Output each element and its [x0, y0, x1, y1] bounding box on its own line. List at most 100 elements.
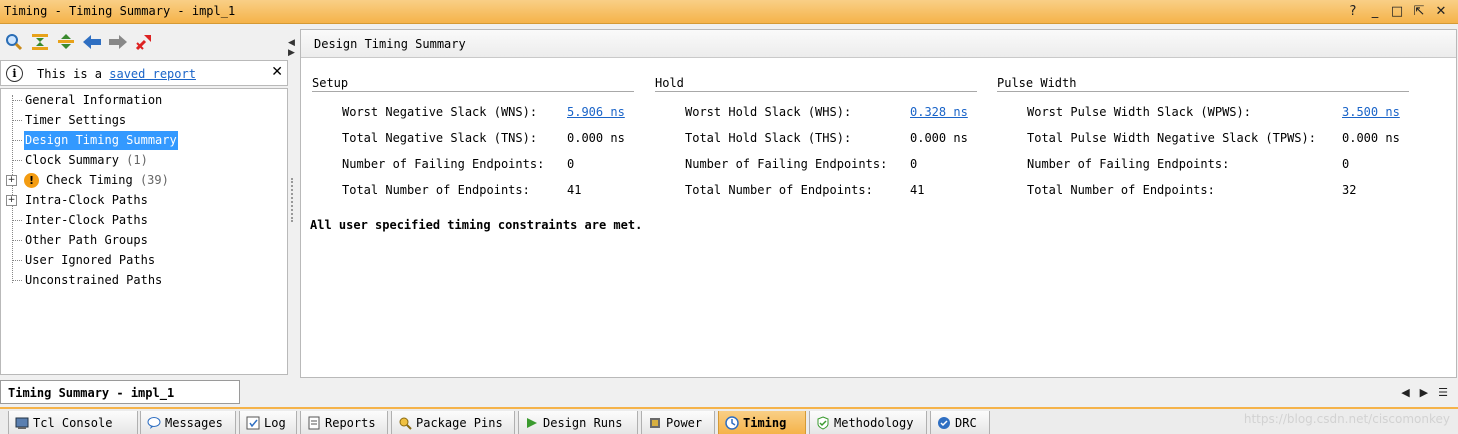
hold-failing-row: Number of Failing Endpoints: 0 [685, 156, 985, 172]
design-timing-summary-panel: Design Timing Summary Setup Worst Negati… [300, 29, 1457, 378]
help-button[interactable]: ? [1344, 2, 1362, 20]
panel-title: Design Timing Summary [314, 37, 466, 51]
tab-log[interactable]: Log [239, 411, 297, 434]
tree-item-label: General Information [25, 93, 163, 107]
tab-messages[interactable]: Messages [140, 411, 236, 434]
maximize-button[interactable]: □ [1388, 2, 1406, 20]
report-navigator: i This is a saved report ✕ General Infor… [0, 28, 288, 377]
hold-total-value: 41 [910, 183, 925, 197]
tab-reports[interactable]: Reports [300, 411, 388, 434]
pulse-width-title: Pulse Width [997, 76, 1409, 92]
collapse-all-icon[interactable] [30, 32, 50, 52]
setup-total-label: Total Number of Endpoints: [342, 183, 530, 197]
tree-item-label: Clock Summary [25, 153, 119, 167]
report-tab-timing-summary[interactable]: Timing Summary - impl_1 [0, 380, 240, 404]
hold-whs-row: Worst Hold Slack (WHS): 0.328 ns [685, 104, 985, 120]
report-tab-label: Timing Summary - impl_1 [8, 386, 175, 400]
pulse-total-row: Total Number of Endpoints: 32 [1027, 182, 1407, 198]
reports-icon [307, 416, 321, 430]
tab-drc[interactable]: DRC [930, 411, 990, 434]
cross-probe-icon[interactable] [134, 32, 154, 52]
tree-item-clock-summary[interactable]: Clock Summary (1) [1, 151, 287, 170]
tree-item-intra-clock-paths[interactable]: + Intra-Clock Paths [1, 191, 287, 210]
tab-scroll-left-icon[interactable]: ◀ [1401, 386, 1409, 399]
search-icon[interactable] [4, 32, 24, 52]
power-icon [648, 416, 662, 430]
tree-item-label: Timer Settings [25, 113, 127, 127]
tree-item-label: Check Timing [46, 173, 133, 187]
design-runs-icon [525, 416, 539, 430]
console-icon [15, 416, 29, 430]
close-button[interactable]: ✕ [1432, 2, 1450, 20]
report-tree: General Information Timer Settings Desig… [0, 88, 288, 375]
tab-label: Tcl Console [33, 415, 113, 430]
saved-report-link[interactable]: saved report [109, 67, 196, 81]
bottom-tab-bar: Tcl Console Messages Log Reports Package… [0, 407, 1458, 434]
pulse-tpws-value: 0.000 ns [1342, 131, 1400, 145]
hold-whs-label: Worst Hold Slack (WHS): [685, 105, 852, 119]
pulse-wpws-label: Worst Pulse Width Slack (WPWS): [1027, 105, 1251, 119]
tab-timing[interactable]: Timing [718, 411, 806, 434]
minimize-button[interactable]: _ [1366, 2, 1384, 20]
info-text: This is a saved report [37, 67, 196, 81]
constraints-met-message: All user specified timing constraints ar… [310, 218, 643, 232]
setup-tns-value: 0.000 ns [567, 131, 625, 145]
setup-title: Setup [312, 76, 634, 92]
methodology-icon [816, 415, 830, 430]
tree-item-timer-settings[interactable]: Timer Settings [1, 111, 287, 130]
pulse-failing-value: 0 [1342, 157, 1350, 171]
setup-wns-row: Worst Negative Slack (WNS): 5.906 ns [342, 104, 642, 120]
hold-ths-row: Total Hold Slack (THS): 0.000 ns [685, 130, 985, 146]
hold-total-label: Total Number of Endpoints: [685, 183, 873, 197]
setup-failing-value: 0 [567, 157, 575, 171]
tree-item-general-information[interactable]: General Information [1, 91, 287, 110]
forward-arrow-icon[interactable] [108, 32, 128, 52]
window-controls: ? _ □ ⇱ ✕ [1344, 2, 1450, 20]
tab-scroll-right-icon[interactable]: ▶ [1420, 386, 1428, 399]
setup-failing-row: Number of Failing Endpoints: 0 [342, 156, 642, 172]
log-icon [246, 416, 260, 430]
tree-item-label: Design Timing Summary [24, 131, 178, 150]
hold-whs-value-link[interactable]: 0.328 ns [910, 104, 968, 120]
drc-icon [937, 416, 951, 430]
pulse-tpws-label: Total Pulse Width Negative Slack (TPWS): [1027, 131, 1316, 145]
splitter-collapse-arrows[interactable]: ◀ ▶ [288, 38, 295, 58]
tab-label: Package Pins [416, 415, 503, 430]
tree-item-check-timing[interactable]: + ! Check Timing (39) [1, 171, 287, 190]
tab-label: Reports [325, 415, 376, 430]
setup-wns-label: Worst Negative Slack (WNS): [342, 105, 538, 119]
splitter-grip[interactable] [291, 178, 294, 222]
tree-item-label: User Ignored Paths [25, 253, 156, 267]
expand-all-icon[interactable] [56, 32, 76, 52]
tab-design-runs[interactable]: Design Runs [518, 411, 638, 434]
pulse-wpws-value-link[interactable]: 3.500 ns [1342, 104, 1400, 120]
tab-label: Design Runs [543, 415, 623, 430]
tree-item-label: Intra-Clock Paths [25, 193, 148, 207]
info-close-button[interactable]: ✕ [271, 64, 283, 80]
watermark-text: https://blog.csdn.net/ciscomonkey [1243, 412, 1450, 426]
back-arrow-icon[interactable] [82, 32, 102, 52]
tab-tcl-console[interactable]: Tcl Console [8, 411, 138, 434]
expand-icon[interactable]: + [6, 195, 17, 206]
tree-item-inter-clock-paths[interactable]: Inter-Clock Paths [1, 211, 287, 230]
hold-total-row: Total Number of Endpoints: 41 [685, 182, 985, 198]
tree-item-unconstrained-paths[interactable]: Unconstrained Paths [1, 271, 287, 290]
pulse-total-label: Total Number of Endpoints: [1027, 183, 1215, 197]
tab-list-icon[interactable]: ☰ [1438, 386, 1448, 399]
tab-power[interactable]: Power [641, 411, 715, 434]
tab-package-pins[interactable]: Package Pins [391, 411, 515, 434]
tab-methodology[interactable]: Methodology [809, 411, 927, 434]
pulse-wpws-row: Worst Pulse Width Slack (WPWS): 3.500 ns [1027, 104, 1407, 120]
tab-label: Timing [743, 415, 787, 430]
pulse-tpws-row: Total Pulse Width Negative Slack (TPWS):… [1027, 130, 1407, 146]
pulse-failing-row: Number of Failing Endpoints: 0 [1027, 156, 1407, 172]
tree-item-design-timing-summary[interactable]: Design Timing Summary [1, 131, 287, 150]
tree-item-other-path-groups[interactable]: Other Path Groups [1, 231, 287, 250]
setup-tns-label: Total Negative Slack (TNS): [342, 131, 538, 145]
tree-item-count: (39) [139, 173, 169, 187]
expand-icon[interactable]: + [6, 175, 17, 186]
float-button[interactable]: ⇱ [1410, 2, 1428, 20]
tab-label: DRC [955, 415, 977, 430]
tree-item-user-ignored-paths[interactable]: User Ignored Paths [1, 251, 287, 270]
setup-wns-value-link[interactable]: 5.906 ns [567, 104, 625, 120]
